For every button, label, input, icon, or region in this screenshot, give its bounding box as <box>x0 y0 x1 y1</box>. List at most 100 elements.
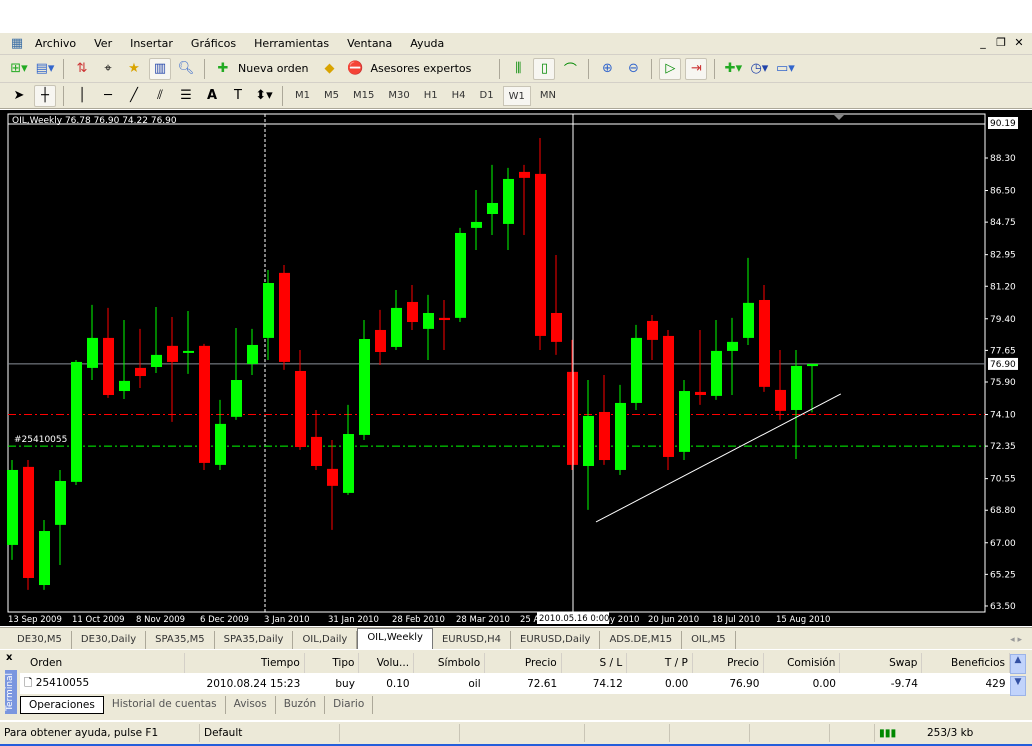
scrollbar[interactable]: ▲ ▼ <box>1010 654 1026 696</box>
date-label: 11 Oct 2009 <box>72 615 125 625</box>
zoom-in-icon[interactable]: ⊕ <box>596 58 618 80</box>
equidistant-channel-icon[interactable]: ⫽ <box>149 85 171 107</box>
fibonacci-icon[interactable]: ☰ <box>175 85 197 107</box>
market-watch-icon[interactable]: ⇅ <box>71 58 93 80</box>
chart-tab[interactable]: ADS.DE,M15 <box>600 631 683 649</box>
expert-advisors-button[interactable]: Asesores expertos <box>371 62 472 75</box>
menu-insertar[interactable]: Insertar <box>121 37 182 50</box>
chart-tab[interactable]: DE30,Daily <box>72 631 147 649</box>
horizontal-line-icon[interactable]: ─ <box>97 85 119 107</box>
column-header[interactable]: Tiempo <box>184 653 305 673</box>
autoscroll-icon[interactable]: ▷ <box>659 57 682 80</box>
timeframe-m1[interactable]: M1 <box>290 86 315 106</box>
menu-archivo[interactable]: Archivo <box>26 37 85 50</box>
chart-tab[interactable]: EURUSD,Daily <box>511 631 601 649</box>
price-tick-label: 75.90 <box>990 378 1016 388</box>
timeframe-h4[interactable]: H4 <box>447 86 471 106</box>
chart-tab[interactable]: OIL,Daily <box>293 631 358 649</box>
navigator-icon[interactable]: ★ <box>123 58 145 80</box>
column-header[interactable]: Precio <box>692 653 764 673</box>
chart-tab[interactable]: SPA35,Daily <box>215 631 294 649</box>
status-help: Para obtener ayuda, pulse F1 <box>0 724 200 742</box>
column-header[interactable]: Swap <box>839 653 923 673</box>
table-row[interactable]: 🗋 25410055 2010.08.24 15:23 buy 0.10 oil 72.6… <box>20 673 1010 694</box>
text-label-icon[interactable]: T <box>227 85 249 107</box>
table-cell: -9.74 <box>839 673 922 694</box>
column-header[interactable]: T / P <box>626 653 693 673</box>
new-order-button[interactable]: Nueva orden <box>238 62 309 75</box>
periods-icon[interactable]: ◷▾ <box>748 58 770 80</box>
arrows-icon[interactable]: ⬍▾ <box>253 85 275 107</box>
chart-tab[interactable]: OIL,M5 <box>682 631 736 649</box>
column-header[interactable]: Volu... <box>358 653 415 673</box>
terminal-icon[interactable]: ▥ <box>149 57 171 80</box>
candle-up <box>39 531 50 586</box>
minimize-icon[interactable]: _ <box>976 36 990 50</box>
tab-avisos[interactable]: Avisos <box>226 696 276 714</box>
bar-chart-icon[interactable]: ⫼ <box>507 58 529 80</box>
table-cell: 429 <box>921 673 1010 694</box>
chart-tab[interactable]: DE30,M5 <box>8 631 72 649</box>
chart-tab-active[interactable]: OIL,Weekly <box>357 628 433 649</box>
column-header[interactable]: Símbolo <box>413 653 486 673</box>
timeframe-m30[interactable]: M30 <box>383 86 414 106</box>
timeframe-d1[interactable]: D1 <box>475 86 499 106</box>
tab-diario[interactable]: Diario <box>325 696 374 714</box>
tab-buzon[interactable]: Buzón <box>276 696 326 714</box>
close-terminal-icon[interactable]: x <box>6 652 12 663</box>
chart-shift-icon[interactable]: ⇥ <box>685 57 708 80</box>
status-traffic: 253/3 kb <box>927 727 974 739</box>
new-order-icon[interactable]: ✚ <box>212 58 234 80</box>
column-header[interactable]: Tipo <box>304 653 360 673</box>
menu-ayuda[interactable]: Ayuda <box>401 37 453 50</box>
column-header[interactable]: Comisión <box>763 653 841 673</box>
timeframe-mn[interactable]: MN <box>535 86 561 106</box>
timeframe-h1[interactable]: H1 <box>419 86 443 106</box>
price-tick-label: 67.00 <box>990 539 1016 549</box>
candle-up <box>263 283 274 338</box>
text-icon[interactable]: A <box>201 85 223 107</box>
candle-up <box>711 350 722 396</box>
candle-down <box>199 345 210 463</box>
close-icon[interactable]: ✕ <box>1012 36 1026 50</box>
tab-scroll-arrows[interactable]: ◂ ▸ <box>1010 631 1022 649</box>
timeframe-w1[interactable]: W1 <box>502 85 531 106</box>
new-chart-icon[interactable]: ⊞▾ <box>8 58 30 80</box>
vertical-line-icon[interactable]: │ <box>71 85 93 107</box>
trendline-icon[interactable]: ╱ <box>123 85 145 107</box>
column-header[interactable]: Orden <box>20 653 185 673</box>
candle-down <box>295 370 306 448</box>
templates-icon[interactable]: ▭▾ <box>774 58 796 80</box>
column-header[interactable]: Beneficios <box>921 653 1010 673</box>
menu-herramientas[interactable]: Herramientas <box>245 37 338 50</box>
line-chart-icon[interactable]: ⌒ <box>559 58 581 80</box>
zoom-out-icon[interactable]: ⊖ <box>622 58 644 80</box>
tab-historial[interactable]: Historial de cuentas <box>104 696 226 714</box>
column-header[interactable]: S / L <box>561 653 628 673</box>
cursor-icon[interactable]: ➤ <box>8 85 30 107</box>
timeframe-m5[interactable]: M5 <box>319 86 344 106</box>
scroll-down-icon: ▼ <box>1010 676 1026 696</box>
restore-icon[interactable]: ❐ <box>994 36 1008 50</box>
expert-advisors-icon[interactable]: ⛔ <box>345 58 367 80</box>
data-window-icon[interactable]: ⌖ <box>97 58 119 80</box>
indicators-icon[interactable]: ✚▾ <box>722 58 744 80</box>
candle-up <box>247 344 258 364</box>
menu-graficos[interactable]: Gráficos <box>182 37 245 50</box>
candle-down <box>23 466 34 578</box>
chart-tab[interactable]: SPA35,M5 <box>146 631 215 649</box>
menu-ver[interactable]: Ver <box>85 37 121 50</box>
column-header[interactable]: Precio <box>484 653 562 673</box>
tab-operaciones[interactable]: Operaciones <box>20 696 104 714</box>
candle-up <box>183 350 194 353</box>
chart-tab[interactable]: EURUSD,H4 <box>433 631 511 649</box>
price-chart[interactable]: OIL,Weekly 76.78 76.90 74.22 76.90 #25410… <box>0 110 1032 626</box>
menu-ventana[interactable]: Ventana <box>338 37 401 50</box>
metaeditor-icon[interactable]: ◆ <box>319 58 341 80</box>
profiles-icon[interactable]: ▤▾ <box>34 58 56 80</box>
candle-down <box>439 317 450 321</box>
timeframe-m15[interactable]: M15 <box>348 86 379 106</box>
strategy-tester-icon[interactable]: 🔍︎ <box>175 58 197 80</box>
candlestick-icon[interactable]: ▯ <box>533 57 556 80</box>
crosshair-icon[interactable]: ┼ <box>34 84 56 107</box>
